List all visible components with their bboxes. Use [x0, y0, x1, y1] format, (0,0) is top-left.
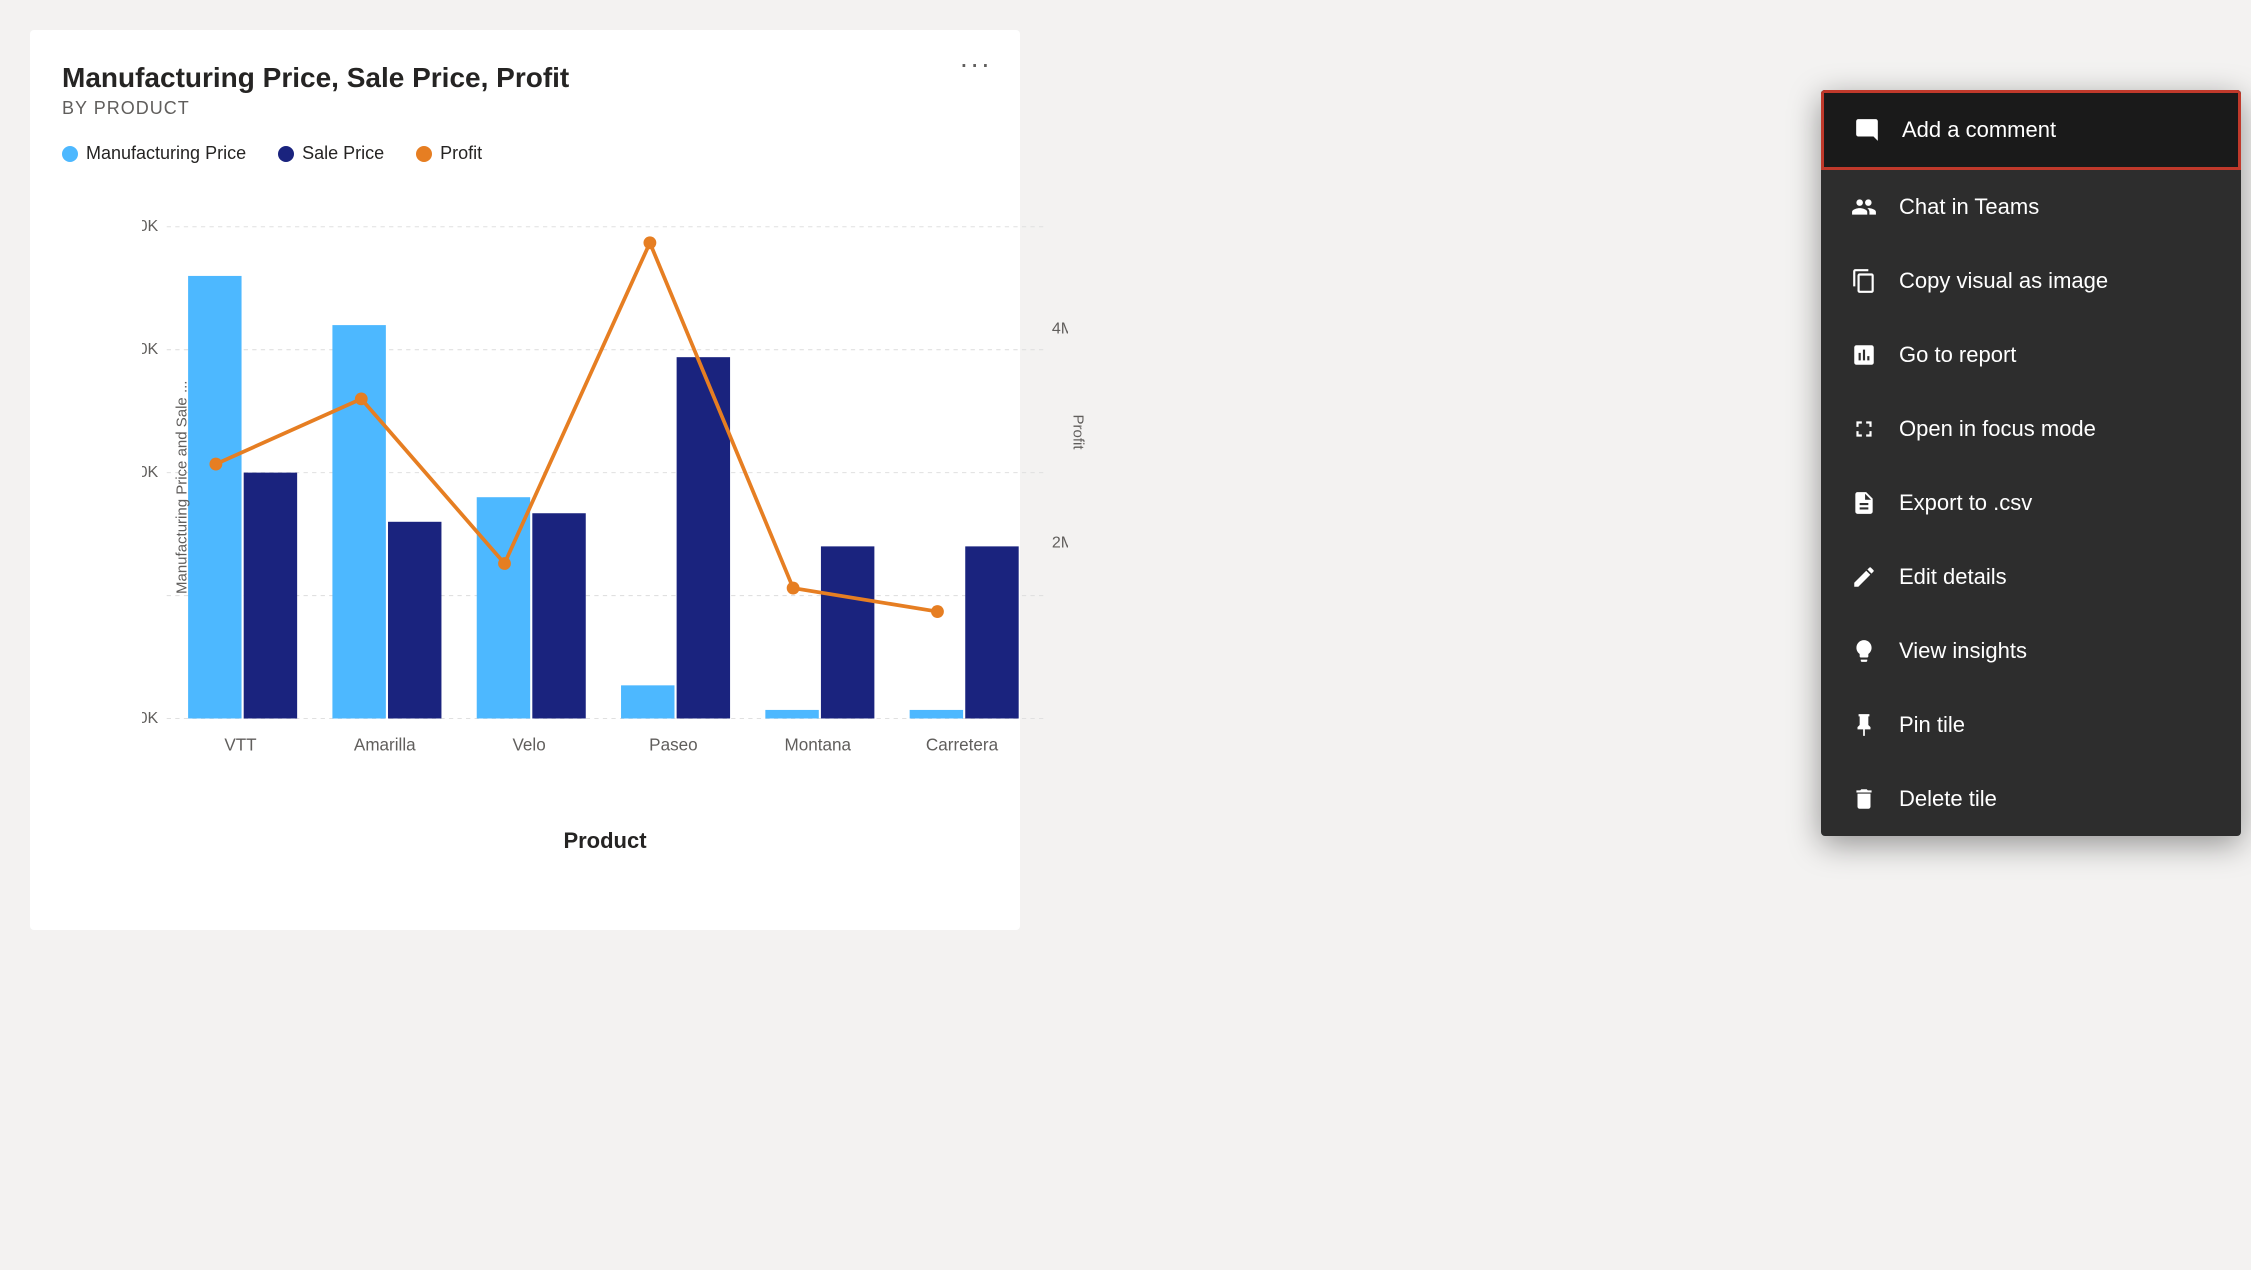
- export-csv-icon: [1849, 488, 1879, 518]
- menu-item-edit-details[interactable]: Edit details: [1821, 540, 2241, 614]
- menu-item-label-edit-details: Edit details: [1899, 564, 2007, 590]
- menu-item-label-pin-tile: Pin tile: [1899, 712, 1965, 738]
- menu-item-label-chat-teams: Chat in Teams: [1899, 194, 2039, 220]
- chart-area: Manufacturing Price and Sale ... Profit …: [142, 184, 1068, 804]
- menu-item-chat-teams[interactable]: Chat in Teams: [1821, 170, 2241, 244]
- menu-item-label-delete-tile: Delete tile: [1899, 786, 1997, 812]
- legend-dot-sale: [278, 146, 294, 162]
- svg-text:0K: 0K: [142, 709, 158, 727]
- menu-item-label-view-insights: View insights: [1899, 638, 2027, 664]
- delete-tile-icon: [1849, 784, 1879, 814]
- legend-sale: Sale Price: [278, 143, 384, 164]
- legend-dot-profit: [416, 146, 432, 162]
- chart-svg: 30K 20K 10K 0K 4M 2M: [142, 184, 1068, 804]
- chart-title: Manufacturing Price, Sale Price, Profit: [62, 62, 988, 94]
- focus-mode-icon: [1849, 414, 1879, 444]
- chart-subtitle: BY PRODUCT: [62, 98, 988, 119]
- svg-text:Montana: Montana: [784, 736, 851, 755]
- view-insights-icon: [1849, 636, 1879, 666]
- svg-text:Amarilla: Amarilla: [354, 736, 416, 755]
- menu-item-label-add-comment: Add a comment: [1902, 117, 2056, 143]
- menu-item-view-insights[interactable]: View insights: [1821, 614, 2241, 688]
- svg-text:20K: 20K: [142, 340, 158, 358]
- svg-text:Paseo: Paseo: [649, 736, 697, 755]
- menu-item-copy-visual[interactable]: Copy visual as image: [1821, 244, 2241, 318]
- more-options-button[interactable]: ...: [960, 42, 992, 74]
- legend-dot-manufacturing: [62, 146, 78, 162]
- menu-item-focus-mode[interactable]: Open in focus mode: [1821, 392, 2241, 466]
- svg-text:10K: 10K: [142, 463, 158, 481]
- legend-manufacturing: Manufacturing Price: [62, 143, 246, 164]
- svg-text:Carretera: Carretera: [926, 736, 999, 755]
- svg-text:4M: 4M: [1052, 320, 1068, 338]
- svg-text:2M: 2M: [1052, 533, 1068, 551]
- go-report-icon: [1849, 340, 1879, 370]
- x-axis-label: Product: [563, 828, 646, 854]
- menu-item-label-focus-mode: Open in focus mode: [1899, 416, 2096, 442]
- legend-label-manufacturing: Manufacturing Price: [86, 143, 246, 164]
- menu-item-go-report[interactable]: Go to report: [1821, 318, 2241, 392]
- legend-label-profit: Profit: [440, 143, 482, 164]
- menu-item-label-export-csv: Export to .csv: [1899, 490, 2032, 516]
- chart-legend: Manufacturing Price Sale Price Profit: [62, 143, 988, 164]
- svg-text:VTT: VTT: [224, 736, 257, 755]
- chat-teams-icon: [1849, 192, 1879, 222]
- legend-profit: Profit: [416, 143, 482, 164]
- menu-item-add-comment[interactable]: Add a comment: [1821, 90, 2241, 170]
- y-axis-left-label: Manufacturing Price and Sale ...: [174, 394, 191, 594]
- menu-item-export-csv[interactable]: Export to .csv: [1821, 466, 2241, 540]
- add-comment-icon: [1852, 115, 1882, 145]
- svg-text:30K: 30K: [142, 217, 158, 235]
- menu-item-delete-tile[interactable]: Delete tile: [1821, 762, 2241, 836]
- svg-text:Velo: Velo: [512, 736, 545, 755]
- menu-item-pin-tile[interactable]: Pin tile: [1821, 688, 2241, 762]
- menu-item-label-go-report: Go to report: [1899, 342, 2016, 368]
- copy-visual-icon: [1849, 266, 1879, 296]
- edit-details-icon: [1849, 562, 1879, 592]
- legend-label-sale: Sale Price: [302, 143, 384, 164]
- chart-panel: Manufacturing Price, Sale Price, Profit …: [30, 30, 1020, 930]
- y-axis-right-label: Profit: [1070, 392, 1087, 472]
- context-menu: Add a comment Chat in Teams Copy visual as…: [1821, 90, 2241, 836]
- pin-tile-icon: [1849, 710, 1879, 740]
- menu-item-label-copy-visual: Copy visual as image: [1899, 268, 2108, 294]
